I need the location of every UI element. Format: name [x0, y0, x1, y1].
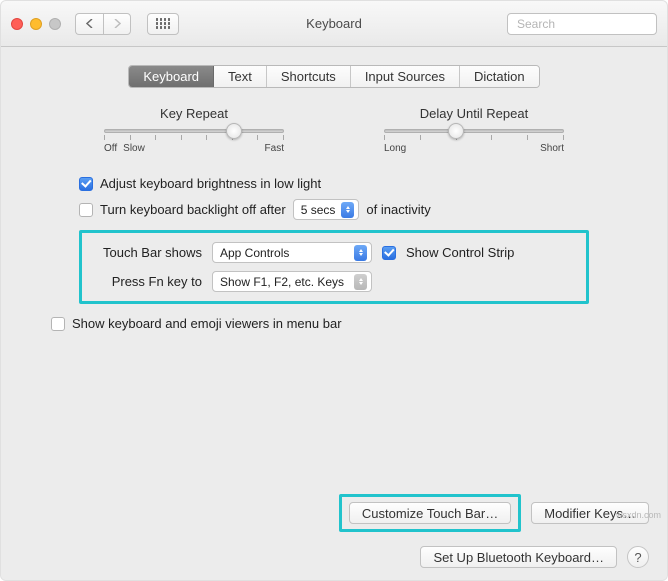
footer: Customize Touch Bar… Modifier Keys… Set … — [19, 494, 649, 568]
window-controls — [11, 18, 61, 30]
preferences-window: Keyboard KeyboardTextShortcutsInput Sour… — [0, 0, 668, 581]
tab-keyboard[interactable]: Keyboard — [129, 66, 214, 87]
touchbar-shows-row: Touch Bar shows App Controls Show Contro… — [92, 242, 576, 263]
close-icon[interactable] — [11, 18, 23, 30]
watermark: wsxdn.com — [616, 510, 661, 520]
delay-title: Delay Until Repeat — [420, 106, 528, 121]
forward-button[interactable] — [103, 13, 131, 35]
stepper-arrows-icon — [354, 245, 367, 261]
menubar-viewers-checkbox[interactable] — [51, 317, 65, 331]
back-button[interactable] — [75, 13, 103, 35]
touchbar-shows-label: Touch Bar shows — [92, 245, 202, 260]
nav-back-forward — [75, 13, 131, 35]
bluetooth-keyboard-button[interactable]: Set Up Bluetooth Keyboard… — [420, 546, 617, 568]
show-control-strip-label: Show Control Strip — [406, 245, 514, 260]
touchbar-shows-value: App Controls — [220, 246, 289, 260]
key-repeat-title: Key Repeat — [160, 106, 228, 121]
zoom-icon[interactable] — [49, 18, 61, 30]
backlight-off-label-post: of inactivity — [366, 202, 430, 217]
slider-track[interactable] — [104, 129, 284, 133]
options-area: Adjust keyboard brightness in low light … — [79, 176, 589, 331]
tab-dictation[interactable]: Dictation — [460, 66, 539, 87]
adjust-brightness-label: Adjust keyboard brightness in low light — [100, 176, 321, 191]
tab-text[interactable]: Text — [214, 66, 267, 87]
tab-input-sources[interactable]: Input Sources — [351, 66, 460, 87]
grid-icon — [156, 18, 171, 29]
slider-knob[interactable] — [226, 123, 242, 139]
backlight-duration-value: 5 secs — [301, 203, 336, 217]
help-button[interactable]: ? — [627, 546, 649, 568]
slider-label-slow: Slow — [123, 143, 145, 154]
press-fn-row: Press Fn key to Show F1, F2, etc. Keys — [92, 271, 576, 292]
menubar-viewers-label: Show keyboard and emoji viewers in menu … — [72, 316, 342, 331]
backlight-duration-popup[interactable]: 5 secs — [293, 199, 360, 220]
adjust-brightness-row: Adjust keyboard brightness in low light — [79, 176, 589, 191]
slider-label-fast: Fast — [265, 143, 284, 154]
slider-knob[interactable] — [448, 123, 464, 139]
backlight-off-checkbox[interactable] — [79, 203, 93, 217]
slider-label-off: Off — [104, 143, 117, 154]
delay-until-repeat-slider[interactable]: Delay Until Repeat Long Short — [374, 106, 574, 154]
backlight-off-label-pre: Turn keyboard backlight off after — [100, 202, 286, 217]
key-repeat-slider[interactable]: Key Repeat Off Slow Fast — [94, 106, 294, 154]
press-fn-label: Press Fn key to — [92, 274, 202, 289]
window-title: Keyboard — [306, 16, 362, 31]
press-fn-value: Show F1, F2, etc. Keys — [220, 275, 344, 289]
show-control-strip-checkbox[interactable] — [382, 246, 396, 260]
adjust-brightness-checkbox[interactable] — [79, 177, 93, 191]
chevron-left-icon — [86, 19, 94, 28]
minimize-icon[interactable] — [30, 18, 42, 30]
backlight-off-row: Turn keyboard backlight off after 5 secs… — [79, 199, 589, 220]
slider-label-short: Short — [540, 143, 564, 154]
stepper-arrows-icon — [341, 202, 354, 218]
customize-touch-bar-button[interactable]: Customize Touch Bar… — [349, 502, 511, 524]
slider-track[interactable] — [384, 129, 564, 133]
pane-body: KeyboardTextShortcutsInput SourcesDictat… — [1, 47, 667, 580]
touchbar-highlight-box: Touch Bar shows App Controls Show Contro… — [79, 230, 589, 304]
chevron-right-icon — [113, 19, 121, 28]
sliders-row: Key Repeat Off Slow Fast Delay Until Repe… — [49, 106, 619, 154]
tab-bar: KeyboardTextShortcutsInput SourcesDictat… — [19, 65, 649, 88]
touchbar-shows-popup[interactable]: App Controls — [212, 242, 372, 263]
search-input[interactable] — [517, 17, 668, 31]
press-fn-popup[interactable]: Show F1, F2, etc. Keys — [212, 271, 372, 292]
menubar-viewers-row: Show keyboard and emoji viewers in menu … — [51, 316, 589, 331]
customize-touch-bar-highlight: Customize Touch Bar… — [339, 494, 521, 532]
search-field[interactable] — [507, 13, 657, 35]
tab-shortcuts[interactable]: Shortcuts — [267, 66, 351, 87]
stepper-arrows-icon — [354, 274, 367, 290]
titlebar: Keyboard — [1, 1, 667, 47]
slider-label-long: Long — [384, 143, 406, 154]
show-all-button[interactable] — [147, 13, 179, 35]
